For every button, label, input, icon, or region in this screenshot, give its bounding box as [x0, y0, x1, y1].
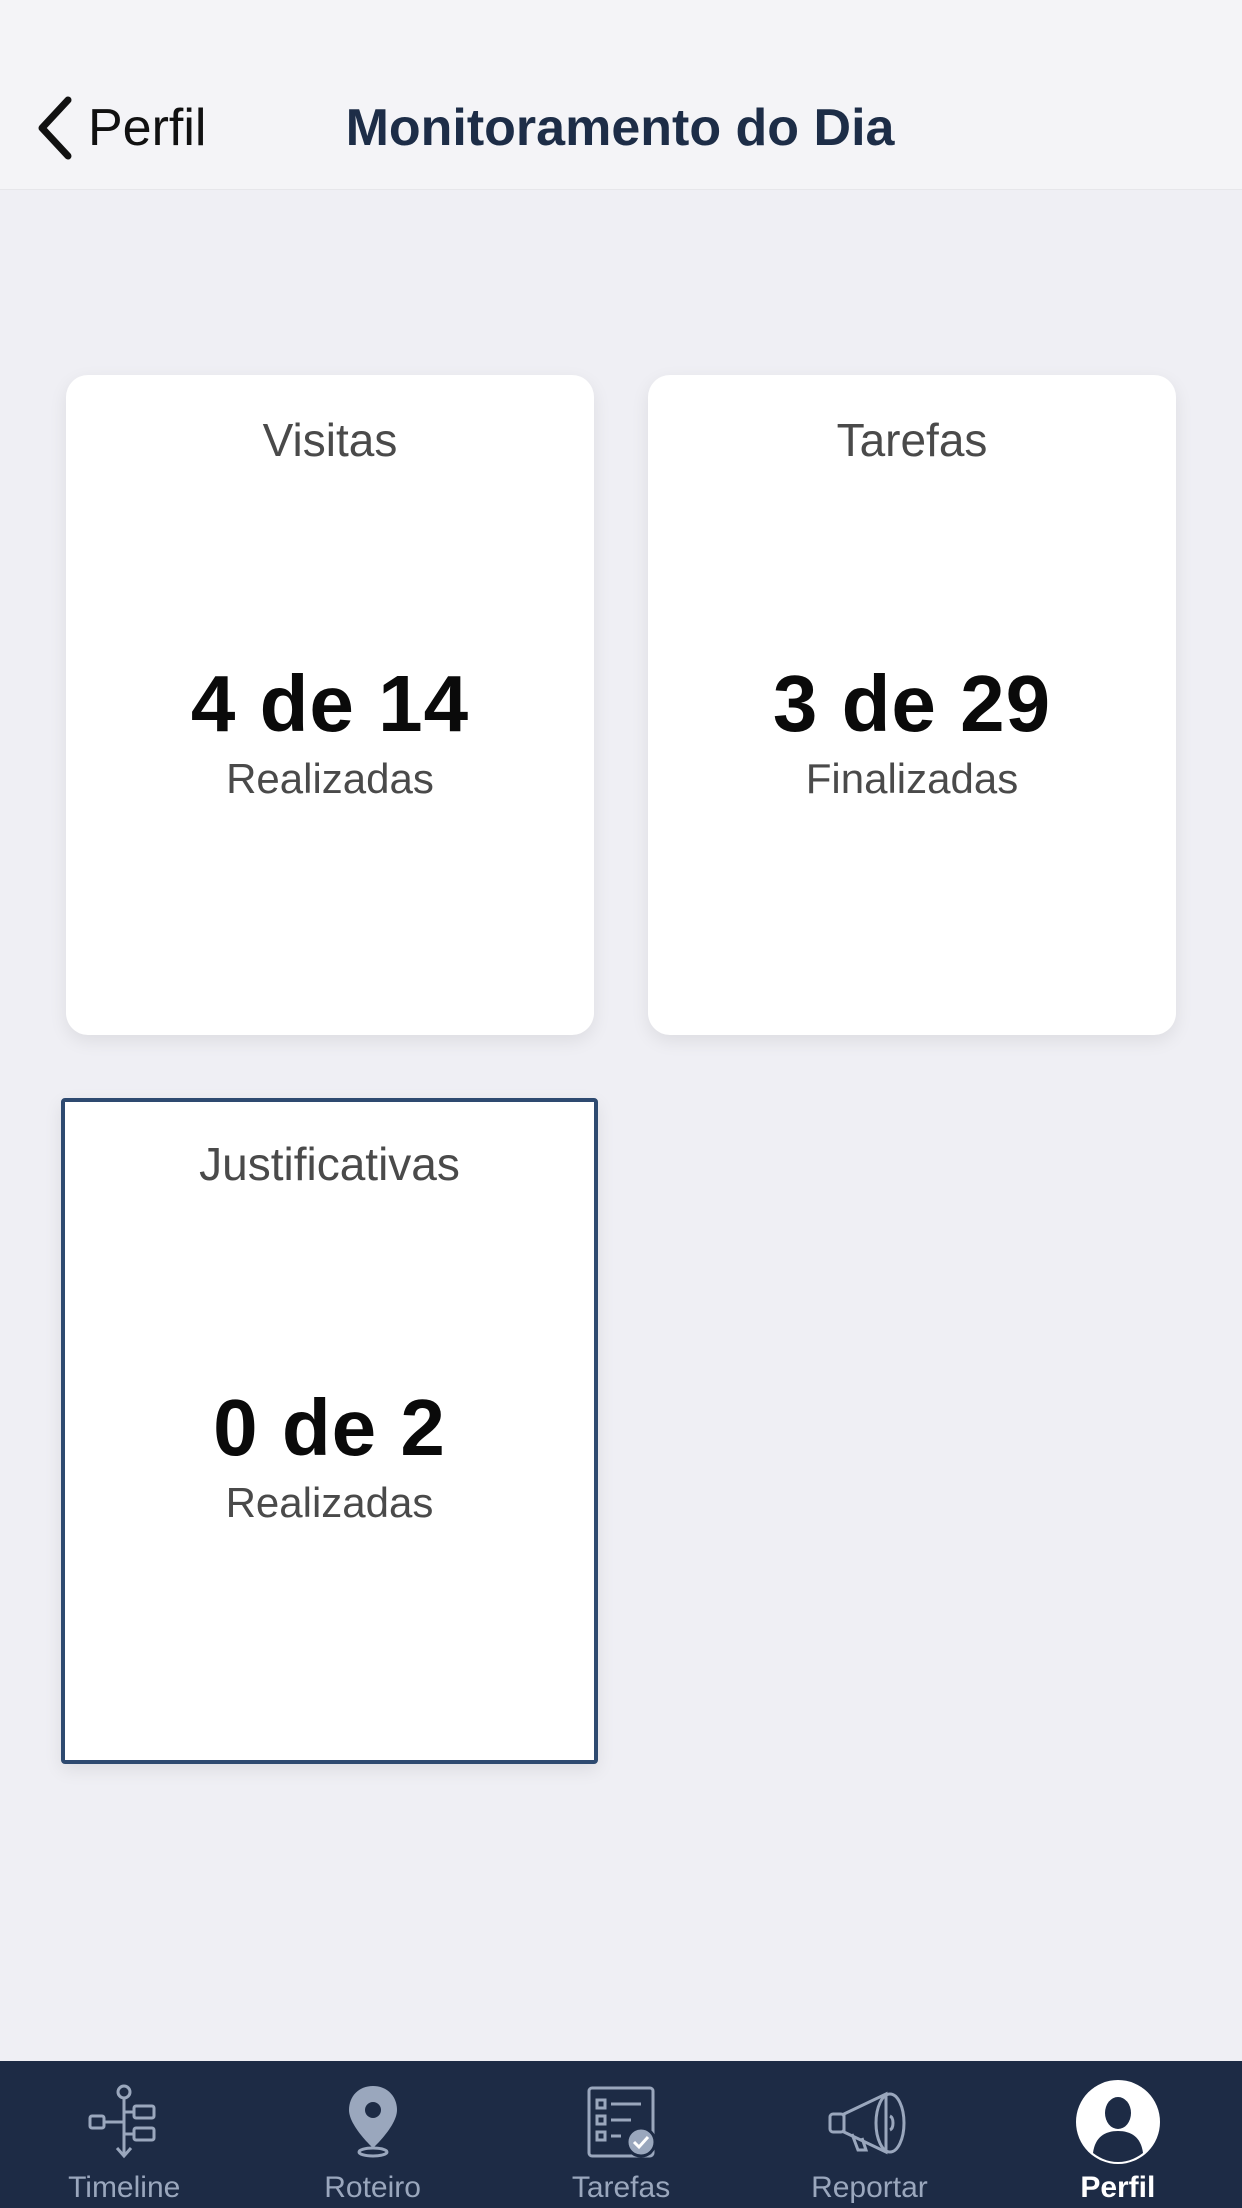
- page-title: Monitoramento do Dia: [345, 99, 895, 157]
- card-title: Visitas: [262, 414, 398, 466]
- tab-reportar[interactable]: Reportar: [745, 2061, 993, 2208]
- card-subtitle: Realizadas: [226, 755, 434, 802]
- tab-bar: Timeline Roteiro Tarefas Reportar Perfil: [0, 2061, 1242, 2208]
- visitas-card[interactable]: Visitas 4 de 14 Realizadas: [66, 375, 594, 1035]
- card-subtitle: Realizadas: [225, 1479, 434, 1526]
- tarefas-card[interactable]: Tarefas 3 de 29 Finalizadas: [648, 375, 1176, 1035]
- nav-header: Perfil Monitoramento do Dia: [0, 0, 1242, 190]
- card-title: Tarefas: [836, 414, 988, 466]
- card-value: 3 de 29: [772, 659, 1052, 748]
- tab-label: Reportar: [811, 2171, 928, 2204]
- card-subtitle: Finalizadas: [805, 755, 1019, 802]
- card-title: Justificativas: [199, 1138, 460, 1190]
- map-pin-icon: [328, 2079, 418, 2165]
- tab-perfil[interactable]: Perfil: [994, 2061, 1242, 2208]
- tab-timeline[interactable]: Timeline: [0, 2061, 248, 2208]
- tab-tarefas[interactable]: Tarefas: [497, 2061, 745, 2208]
- screen: Perfil Monitoramento do Dia Visitas 4 de…: [0, 0, 1242, 2208]
- card-value: 0 de 2: [213, 1383, 446, 1472]
- task-list-icon: [576, 2079, 666, 2165]
- tab-label: Perfil: [1080, 2171, 1156, 2204]
- profile-icon: [1073, 2079, 1163, 2165]
- justificativas-card[interactable]: Justificativas 0 de 2 Realizadas: [61, 1098, 598, 1764]
- megaphone-icon: [824, 2079, 914, 2165]
- timeline-icon: [79, 2079, 169, 2165]
- tab-label: Timeline: [68, 2171, 181, 2204]
- tab-label: Tarefas: [571, 2171, 671, 2204]
- card-value: 4 de 14: [190, 659, 470, 748]
- tab-label: Roteiro: [324, 2171, 421, 2204]
- tab-roteiro[interactable]: Roteiro: [248, 2061, 496, 2208]
